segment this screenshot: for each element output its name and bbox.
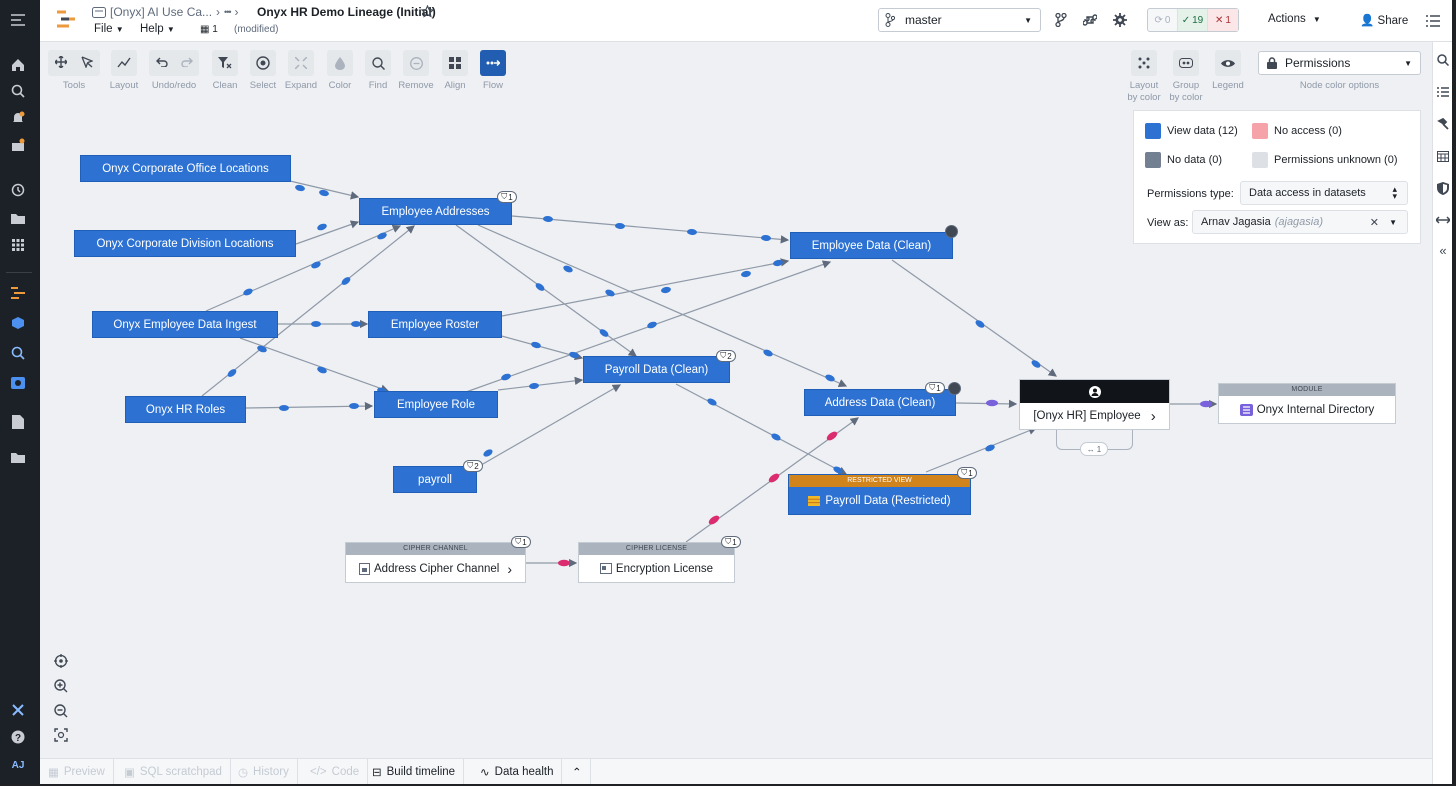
edge-flow-markers (227, 184, 1041, 474)
lock-file-icon (359, 562, 371, 575)
restricted-view-caption: RESTRICTED VIEW (789, 475, 970, 487)
license-icon (599, 563, 612, 574)
shield-badge-payroll-restricted[interactable]: ⛉ 1 (957, 467, 977, 479)
node-employee-role[interactable]: Employee Role (374, 391, 498, 418)
node-onyx-internal-directory[interactable]: MODULE Onyx Internal Directory (1218, 383, 1396, 424)
node-onyx-corporate-office-locations[interactable]: Onyx Corporate Office Locations (80, 155, 291, 182)
code-icon: </> (310, 766, 327, 778)
status-dot-employee-data-clean[interactable] (945, 225, 958, 238)
edge[interactable] (511, 215, 790, 244)
zoom-out-icon[interactable] (52, 702, 70, 720)
module-icon (1239, 403, 1253, 416)
shield-badge-encryption-license[interactable]: ⛉ 1 (721, 536, 741, 548)
group-count-badge[interactable]: ↔ 1 (1080, 442, 1108, 456)
shield-icon: ⛉ (720, 351, 727, 360)
shield-icon: ⛉ (501, 192, 508, 201)
cipher-license-caption: CIPHER LICENSE (579, 543, 734, 555)
edge[interactable] (501, 258, 790, 317)
chevron-right-icon: › (1150, 407, 1156, 425)
tab-history[interactable]: ◷ History (230, 759, 298, 784)
tab-sql-scratchpad[interactable]: ▣ SQL scratchpad (116, 759, 231, 784)
edge[interactable] (955, 399, 1018, 409)
history-icon: ◷ (238, 767, 249, 779)
zoom-in-icon[interactable] (52, 677, 70, 695)
fit-to-screen-icon[interactable] (52, 726, 70, 744)
edge[interactable] (295, 220, 360, 245)
double-chevron-up-icon: ⌃ (572, 767, 582, 779)
timeline-icon: ⊟ (372, 767, 382, 779)
node-employee-roster[interactable]: Employee Roster (368, 311, 502, 338)
bottom-panel-tabs: ▦ Preview ▣ SQL scratchpad ◷ History </> Cod… (40, 758, 1432, 784)
node-onyx-employee-data-ingest[interactable]: Onyx Employee Data Ingest (92, 311, 278, 338)
shield-badge-address-cipher-channel[interactable]: ⛉ 1 (511, 536, 531, 548)
tab-data-health[interactable]: ∿ Data health (472, 759, 563, 784)
chevron-right-icon: › (507, 560, 512, 577)
shield-icon: ⛉ (467, 461, 474, 470)
edge[interactable] (891, 259, 1057, 377)
node-encryption-license[interactable]: CIPHER LICENSE Encryption License (578, 542, 735, 583)
node-employee-addresses[interactable]: Employee Addresses (359, 198, 512, 225)
shield-icon: ⛉ (515, 537, 522, 546)
shield-badge-address-data-clean[interactable]: ⛉ 1 (925, 382, 945, 394)
tab-preview[interactable]: ▦ Preview (40, 759, 114, 784)
table-icon (808, 495, 821, 506)
edge[interactable] (497, 376, 584, 391)
shield-icon: ⛉ (961, 468, 968, 477)
table-icon: ▦ (48, 767, 59, 779)
cipher-channel-caption: CIPHER CHANNEL (346, 543, 525, 555)
shield-badge-employee-addresses[interactable]: ⛉ 1 (497, 191, 517, 203)
edge[interactable] (925, 426, 1038, 473)
node-onyx-corporate-division-locations[interactable]: Onyx Corporate Division Locations (74, 230, 296, 257)
shield-icon: ⛉ (929, 383, 936, 392)
node-employee-data-clean[interactable]: Employee Data (Clean) (790, 232, 953, 259)
node-onyx-hr-employee[interactable]: [Onyx HR] Employee › (1019, 379, 1170, 430)
expand-panel-button[interactable]: ⌃ (564, 759, 591, 784)
shield-badge-payroll-data-clean[interactable]: ⛉ 2 (716, 350, 736, 362)
link-icon: ↔ (1086, 444, 1095, 454)
shield-badge-payroll[interactable]: ⛉ 2 (463, 460, 483, 472)
node-address-cipher-channel[interactable]: CIPHER CHANNEL Address Cipher Channel › (345, 542, 526, 583)
person-icon (1088, 385, 1101, 398)
tab-code[interactable]: </> Code (302, 759, 369, 784)
node-payroll-data-restricted[interactable]: RESTRICTED VIEW Payroll Data (Restricted… (788, 474, 971, 515)
tab-build-timeline[interactable]: ⊟ Build timeline (364, 759, 465, 784)
recenter-icon[interactable] (52, 652, 70, 670)
shield-icon: ⛉ (725, 537, 732, 546)
console-icon: ▣ (124, 767, 135, 779)
lineage-app: ? AJ [Onyx] AI Use Ca... › ••• › Onyx HR… (0, 0, 1452, 784)
node-onyx-hr-roles[interactable]: Onyx HR Roles (125, 396, 246, 423)
status-dot-address-data-clean[interactable] (948, 382, 961, 395)
module-caption: MODULE (1219, 384, 1395, 396)
node-payroll-data-clean[interactable]: Payroll Data (Clean) (583, 356, 730, 383)
pulse-icon: ∿ (480, 767, 490, 779)
